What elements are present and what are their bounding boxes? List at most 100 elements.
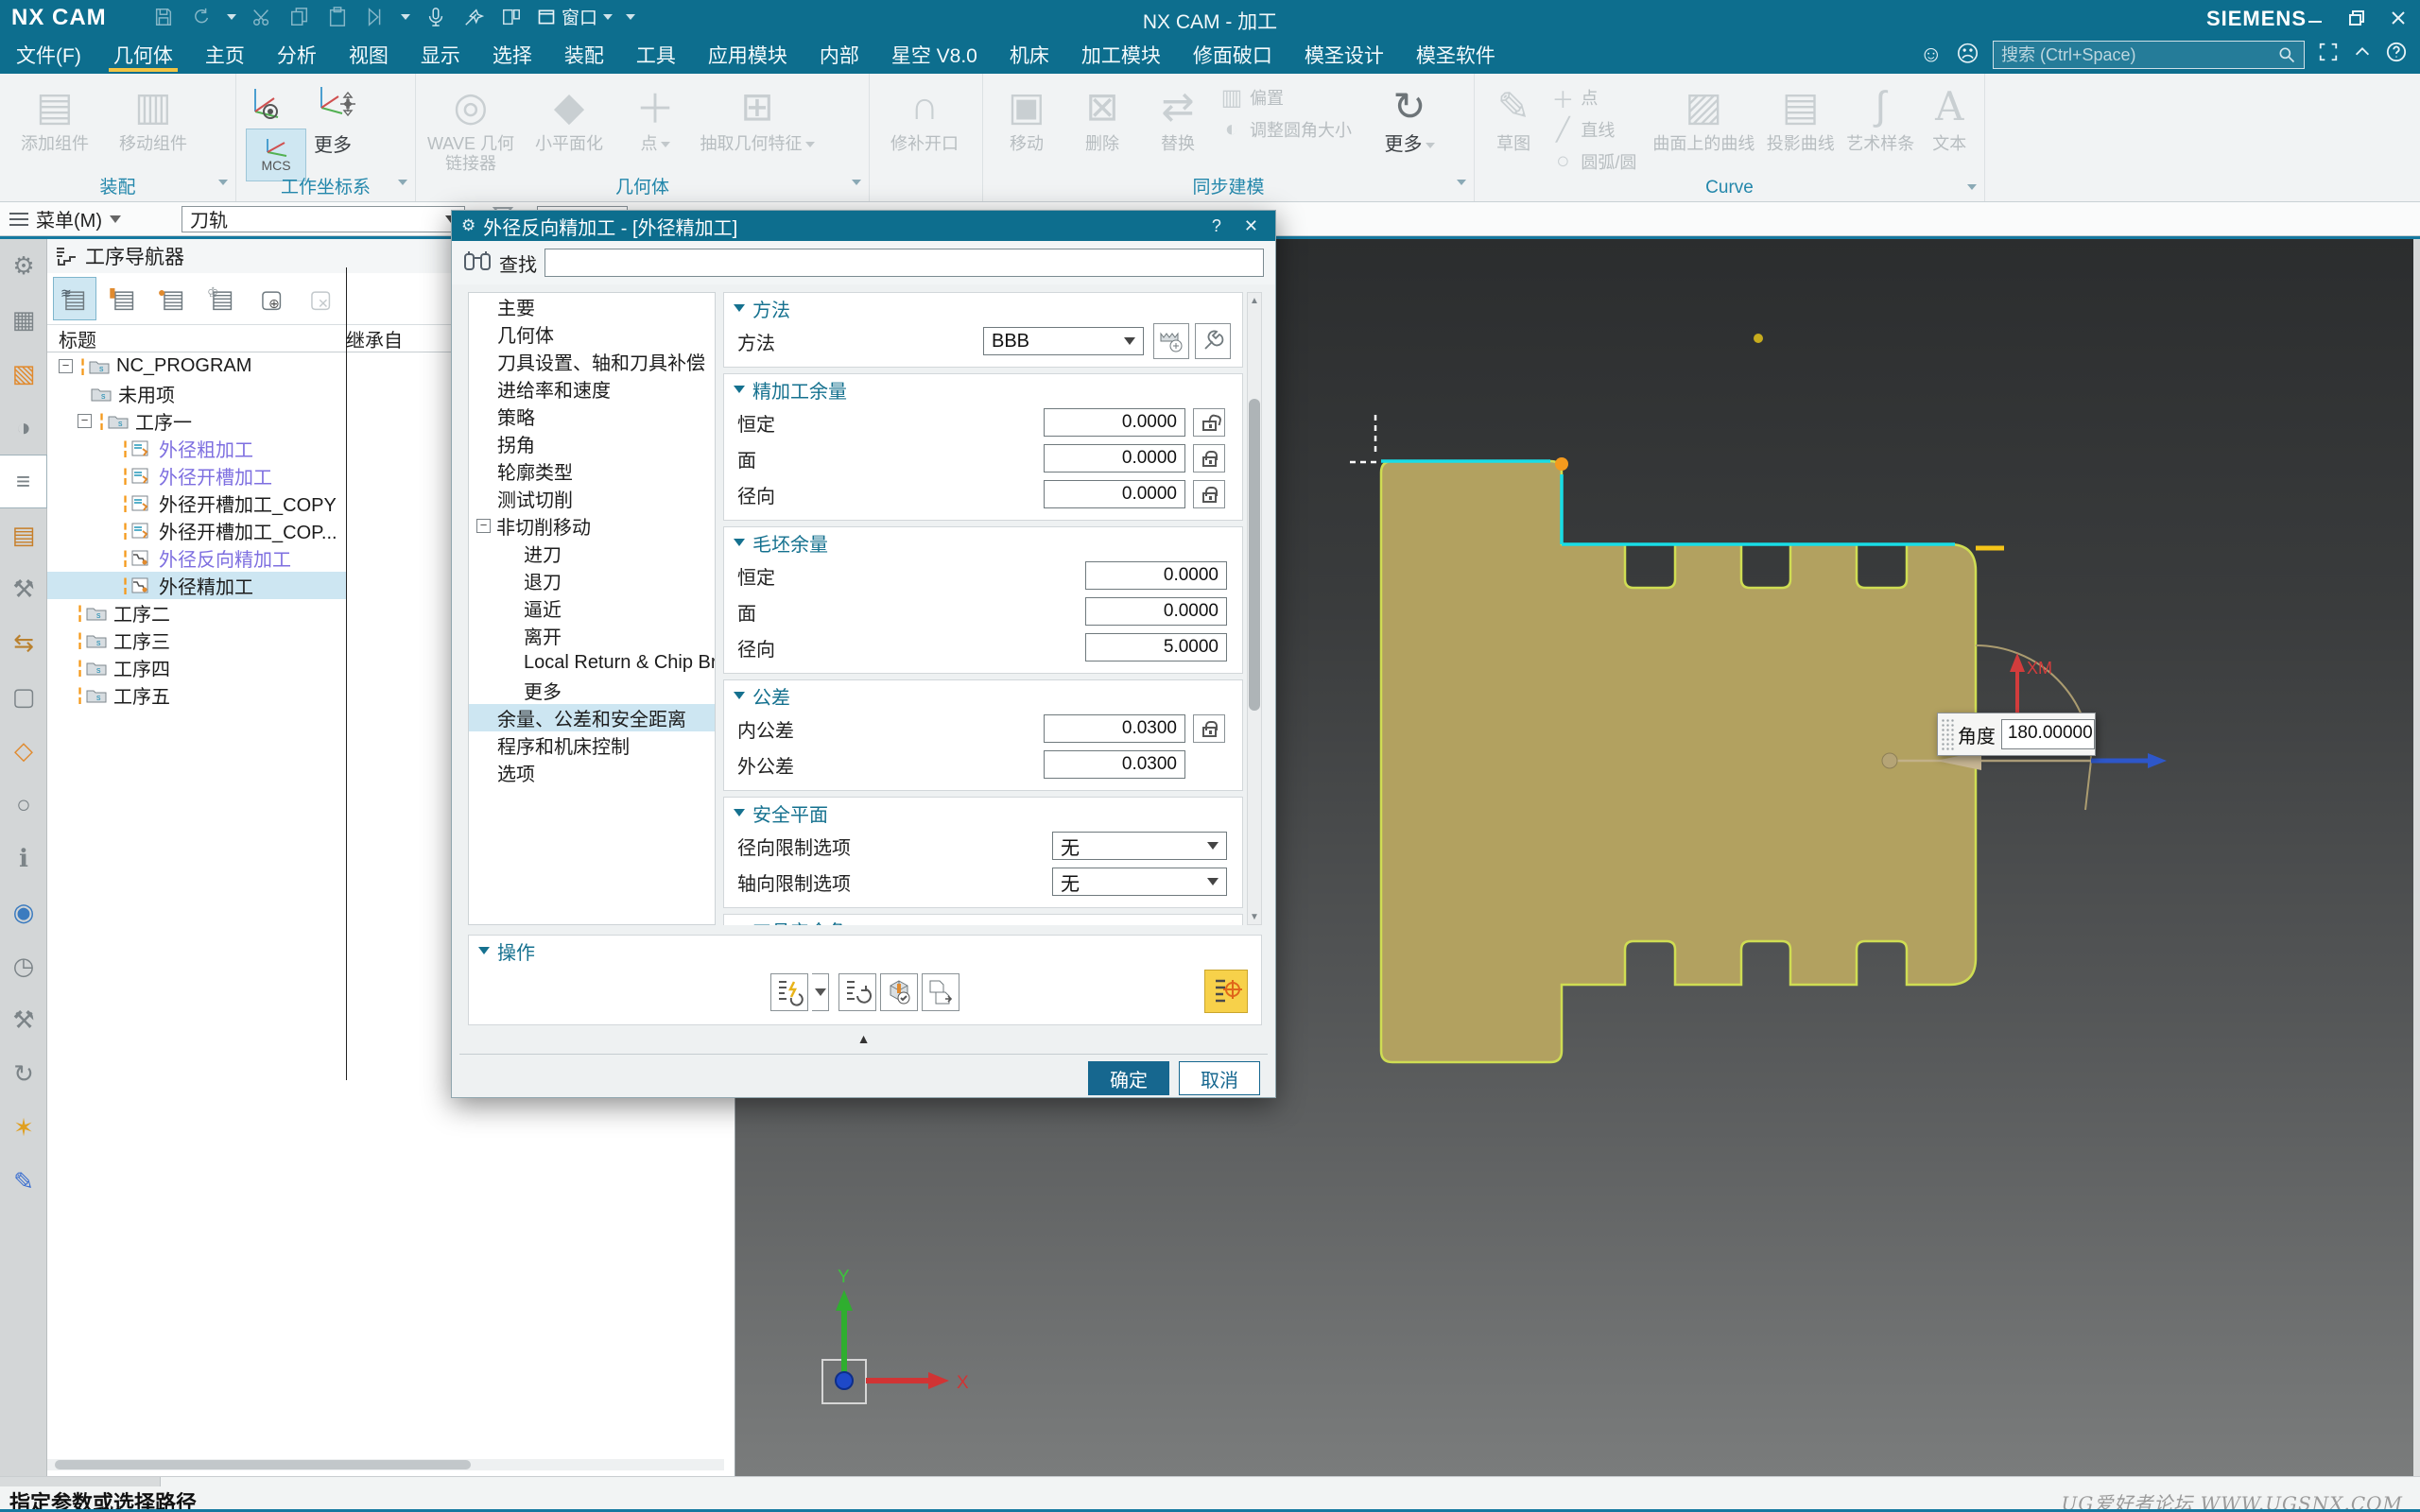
selection-dropdown-icon[interactable]: [401, 14, 410, 20]
dlg-tree-non-cutting[interactable]: −非切削移动: [469, 512, 715, 540]
new-method-button[interactable]: [1153, 323, 1189, 359]
list-toolpath-button[interactable]: [922, 973, 959, 1011]
sync-offset-button[interactable]: ▥偏置: [1219, 83, 1371, 112]
tab-mosheng-design[interactable]: 模圣设计: [1288, 36, 1400, 74]
fixture-measure-icon[interactable]: ◇: [0, 724, 47, 778]
dlg-tree-program-control[interactable]: 程序和机床控制: [469, 731, 715, 759]
history-icon[interactable]: ◷: [0, 939, 47, 993]
visual-effects-wand-icon[interactable]: ✶: [0, 1101, 47, 1155]
tab-application[interactable]: 应用模块: [692, 36, 804, 74]
parts-box-icon[interactable]: ▢: [0, 670, 47, 724]
tab-machine[interactable]: 机床: [994, 36, 1065, 74]
dlg-tree-tool-axis[interactable]: 刀具设置、轴和刀具补偿: [469, 348, 715, 375]
group-dropdown-icon[interactable]: [852, 180, 861, 185]
customize-qat-icon[interactable]: [626, 14, 635, 20]
dialog-close-button[interactable]: ✕: [1236, 216, 1266, 236]
axial-limit-select[interactable]: 无: [1052, 868, 1227, 896]
blank-constant-input[interactable]: 0.0000: [1085, 561, 1227, 590]
microphone-icon[interactable]: [424, 5, 448, 29]
program-order-view-button[interactable]: ▤≋: [53, 277, 96, 320]
window-menu[interactable]: 窗口: [537, 4, 613, 29]
verify-toolpath-button[interactable]: [880, 973, 918, 1011]
tab-file[interactable]: 文件(F): [0, 36, 97, 74]
tab-display[interactable]: 显示: [405, 36, 476, 74]
scroll-down-icon[interactable]: ▼: [1248, 909, 1261, 924]
dlg-tree-engage[interactable]: 进刀: [469, 540, 715, 567]
minimize-button[interactable]: [2303, 6, 2327, 30]
copy-icon[interactable]: [287, 5, 312, 29]
tools-icon[interactable]: ⚒: [0, 993, 47, 1047]
dlg-tree-more[interactable]: 更多: [469, 677, 715, 704]
machining-method-view-button[interactable]: ▤♔: [200, 277, 244, 320]
dlg-tree-retract[interactable]: 退刀: [469, 567, 715, 594]
finish-radial-input[interactable]: 0.0000: [1044, 480, 1185, 508]
inner-tolerance-input[interactable]: 0.0300: [1044, 714, 1185, 743]
tab-assembly[interactable]: 装配: [548, 36, 620, 74]
new-window-button[interactable]: ▢⊕: [250, 277, 293, 320]
resize-blend-button[interactable]: ◐调整圆角大小: [1219, 115, 1371, 144]
tab-home[interactable]: 主页: [189, 36, 261, 74]
close-button[interactable]: [2386, 6, 2411, 30]
group-dropdown-icon[interactable]: [1457, 180, 1466, 185]
undo-dropdown-icon[interactable]: [227, 14, 236, 20]
point-button[interactable]: ＋ 点: [622, 79, 688, 154]
edit-wand-icon[interactable]: ✎: [0, 1155, 47, 1209]
line-button[interactable]: ╱直线: [1550, 115, 1643, 144]
command-prediction-icon[interactable]: [461, 5, 486, 29]
dialog-scrollbar[interactable]: ▲ ▼: [1247, 292, 1262, 925]
tab-tools[interactable]: 工具: [620, 36, 692, 74]
dialog-collapse-arrow[interactable]: ▲: [452, 1031, 1275, 1046]
lock-icon[interactable]: [1193, 714, 1225, 743]
help-icon[interactable]: [2386, 42, 2407, 68]
edit-method-button[interactable]: [1195, 323, 1231, 359]
finish-constant-input[interactable]: 0.0000: [1044, 408, 1185, 437]
angle-value-input[interactable]: 180.00000: [2001, 719, 2095, 749]
wave-geometry-linker-button[interactable]: ◎ WAVE 几何链接器: [425, 79, 516, 173]
tab-internal[interactable]: 内部: [804, 36, 875, 74]
generate-dropdown-icon[interactable]: [812, 973, 829, 1011]
postprocess-icon[interactable]: ↻: [0, 1047, 47, 1101]
feedback-negative-icon[interactable]: ☹: [1956, 43, 1979, 66]
scroll-thumb[interactable]: [1249, 399, 1260, 711]
dlg-tree-geometry[interactable]: 几何体: [469, 320, 715, 348]
tab-xingkong[interactable]: 星空 V8.0: [875, 36, 994, 74]
outer-tolerance-input[interactable]: 0.0300: [1044, 750, 1185, 779]
extract-geometry-button[interactable]: ⊞ 抽取几何特征: [696, 79, 819, 154]
web-browser-icon[interactable]: ◉: [0, 885, 47, 939]
wcs-display-icon[interactable]: [246, 83, 289, 125]
tab-analysis[interactable]: 分析: [261, 36, 333, 74]
radial-limit-select[interactable]: 无: [1052, 832, 1227, 860]
part-navigator-icon[interactable]: ◑: [0, 401, 47, 455]
project-curve-button[interactable]: ▤ 投影曲线: [1764, 79, 1837, 154]
find-input[interactable]: [544, 249, 1264, 277]
save-icon[interactable]: [151, 5, 176, 29]
dlg-tree-approach[interactable]: 逼近: [469, 594, 715, 622]
paste-icon[interactable]: [325, 5, 350, 29]
sync-delete-button[interactable]: ⊠ 删除: [1068, 79, 1136, 154]
method-select[interactable]: BBB: [983, 327, 1144, 355]
add-component-button[interactable]: ▤ 添加组件: [9, 79, 100, 154]
unlock-icon[interactable]: [1193, 408, 1225, 437]
minimize-ribbon-icon[interactable]: [2352, 42, 2373, 68]
settings-gear-icon[interactable]: ⚙: [0, 239, 47, 293]
tab-view[interactable]: 视图: [333, 36, 405, 74]
wcs-dynamics-icon[interactable]: [314, 83, 357, 125]
blank-face-input[interactable]: 0.0000: [1085, 597, 1227, 626]
dialog-help-button[interactable]: ?: [1204, 216, 1229, 236]
command-search[interactable]: [1993, 41, 2305, 69]
repeat-command-icon[interactable]: [363, 5, 388, 29]
group-dropdown-icon[interactable]: [398, 180, 407, 185]
lock-icon[interactable]: [1193, 480, 1225, 508]
facet-body-button[interactable]: ◆ 小平面化: [524, 79, 614, 154]
drag-grip-icon[interactable]: [1941, 718, 1954, 750]
info-icon[interactable]: ℹ: [0, 832, 47, 885]
lock-icon[interactable]: [1193, 444, 1225, 472]
curve-point-button[interactable]: ＋点: [1550, 83, 1643, 112]
tab-geometry[interactable]: 几何体: [97, 36, 189, 74]
search-input[interactable]: [2001, 45, 2277, 65]
blank-radial-input[interactable]: 5.0000: [1085, 633, 1227, 662]
machine-tool-view-icon[interactable]: ▤: [0, 508, 47, 562]
move-component-button[interactable]: ▥ 移动组件: [108, 79, 199, 154]
column-title[interactable]: 标题: [47, 325, 346, 352]
machine-tool-view-button[interactable]: ▤▮: [102, 277, 146, 320]
